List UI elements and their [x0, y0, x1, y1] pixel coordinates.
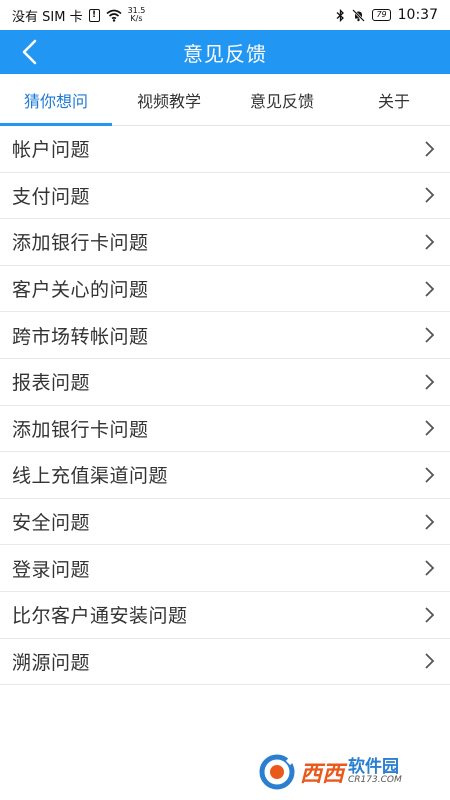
chevron-right-icon [425, 327, 435, 343]
watermark-brand: 西西 [300, 762, 345, 787]
tab-feedback[interactable]: 意见反馈 [226, 74, 338, 125]
list-item-label: 报表问题 [12, 372, 91, 395]
faq-item-add-bank-card-2[interactable]: 添加银行卡问题 [0, 406, 450, 453]
faq-item-online-topup[interactable]: 线上充值渠道问题 [0, 452, 450, 499]
faq-item-traceability[interactable]: 溯源问题 [0, 639, 450, 686]
chevron-right-icon [425, 141, 435, 157]
list-item-label: 支付问题 [12, 185, 91, 208]
watermark: 西西 软件园 CR173.COM [258, 752, 430, 792]
tab-bar: 猜你想问 视频教学 意见反馈 关于 [0, 74, 450, 126]
faq-item-reports[interactable]: 报表问题 [0, 359, 450, 406]
status-bar: 没有 SIM 卡 ! 31.5 K/s 79 10:37 [0, 0, 450, 30]
watermark-url: CR173.COM [348, 775, 402, 785]
bluetooth-icon [337, 8, 345, 22]
list-item-label: 客户关心的问题 [12, 279, 149, 302]
sim-warning-icon: ! [88, 8, 100, 22]
faq-item-account[interactable]: 帐户问题 [0, 126, 450, 173]
chevron-right-icon [425, 560, 435, 576]
list-item-label: 比尔客户通安装问题 [12, 605, 188, 628]
faq-item-add-bank-card[interactable]: 添加银行卡问题 [0, 219, 450, 266]
list-item-label: 线上充值渠道问题 [12, 465, 169, 488]
tab-guess-questions[interactable]: 猜你想问 [0, 74, 112, 126]
list-item-label: 添加银行卡问题 [12, 418, 149, 441]
status-left: 没有 SIM 卡 ! 31.5 K/s [12, 6, 145, 25]
chevron-right-icon [425, 467, 435, 483]
chevron-right-icon [425, 653, 435, 669]
chevron-right-icon [425, 420, 435, 436]
faq-list: 帐户问题 支付问题 添加银行卡问题 客户关心的问题 跨市场转帐问题 报表问题 添… [0, 126, 450, 686]
list-item-label: 添加银行卡问题 [12, 232, 149, 255]
battery-icon: 79 [372, 9, 391, 21]
faq-item-cross-market-transfer[interactable]: 跨市场转帐问题 [0, 312, 450, 359]
chevron-right-icon [425, 187, 435, 204]
back-button[interactable] [14, 36, 46, 68]
list-item-label: 安全问题 [12, 512, 91, 535]
tab-video-tutorials[interactable]: 视频教学 [112, 74, 226, 125]
faq-item-security[interactable]: 安全问题 [0, 499, 450, 546]
faq-item-login[interactable]: 登录问题 [0, 545, 450, 592]
watermark-brand-cn: 软件园 [348, 757, 400, 777]
status-right: 79 10:37 [336, 7, 438, 23]
faq-item-payment[interactable]: 支付问题 [0, 173, 450, 220]
tab-about[interactable]: 关于 [338, 74, 450, 125]
watermark-sub: 软件园 CR173.COM [348, 759, 402, 785]
wifi-icon [106, 9, 122, 22]
faq-item-customer-concerns[interactable]: 客户关心的问题 [0, 266, 450, 313]
chevron-right-icon [425, 234, 435, 250]
chevron-left-icon [22, 39, 37, 65]
list-item-label: 跨市场转帐问题 [12, 325, 149, 348]
app-header: 意见反馈 [0, 30, 450, 74]
chevron-right-icon [425, 607, 435, 623]
carrier-text: 没有 SIM 卡 [12, 9, 83, 25]
network-speed: 31.5 K/s [128, 7, 146, 23]
clock: 10:37 [397, 7, 438, 23]
mute-bell-icon [352, 8, 366, 22]
watermark-logo-icon [259, 754, 296, 790]
chevron-right-icon [425, 280, 435, 297]
list-item-label: 溯源问题 [12, 651, 91, 674]
list-item-label: 帐户问题 [12, 139, 91, 162]
page-title: 意见反馈 [183, 41, 267, 66]
list-item-label: 登录问题 [12, 558, 91, 581]
speed-unit: K/s [130, 14, 143, 23]
chevron-right-icon [425, 374, 435, 390]
chevron-right-icon [425, 513, 435, 530]
faq-item-client-install[interactable]: 比尔客户通安装问题 [0, 592, 450, 639]
